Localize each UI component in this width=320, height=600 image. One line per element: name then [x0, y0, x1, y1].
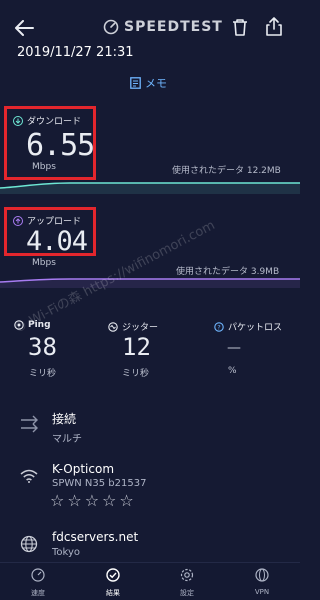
connection-subtitle: マルチ — [52, 434, 82, 445]
nav-vpn-label: VPN — [254, 588, 270, 596]
svg-text:?: ? — [217, 323, 220, 331]
download-graph — [0, 182, 300, 194]
jitter-icon — [108, 321, 118, 332]
packet-loss-label: ? パケットロス — [214, 320, 282, 333]
packet-loss-unit: % — [228, 366, 237, 376]
connection-icon — [21, 415, 38, 433]
packet-loss-label-text: パケットロス — [228, 323, 283, 333]
jitter-value: 12 — [122, 333, 151, 361]
download-arrow-icon — [13, 115, 23, 126]
server-subtitle: Tokyo — [52, 547, 80, 558]
share-button[interactable] — [266, 17, 282, 40]
packet-loss-value: — — [227, 340, 241, 356]
nav-speed-label: 速度 — [31, 589, 45, 597]
download-speed-value: 6.55 — [26, 128, 95, 163]
jitter-unit: ミリ秒 — [122, 369, 150, 379]
globe-icon — [20, 535, 38, 553]
gear-icon — [180, 568, 194, 582]
server-title: fdcservers.net — [52, 530, 139, 544]
download-unit: Mbps — [32, 162, 56, 172]
upload-speed-value: 4.04 — [26, 226, 88, 257]
test-timestamp: 2019/11/27 21:31 — [17, 45, 134, 60]
provider-title: K-Opticom — [52, 462, 115, 476]
upload-arrow-icon — [13, 215, 23, 226]
download-label: ダウンロード — [13, 114, 81, 127]
vpn-globe-icon — [255, 568, 269, 582]
speedtest-logo: SPEEDTEST — [103, 16, 227, 38]
ping-value: 38 — [28, 333, 57, 361]
nav-vpn[interactable]: VPN — [242, 567, 282, 596]
nav-results-label: 結果 — [106, 589, 120, 597]
jitter-label: ジッター — [108, 320, 158, 333]
upload-unit: Mbps — [32, 258, 56, 268]
provider-subtitle: SPWN N35 b21537 — [52, 478, 147, 489]
check-circle-icon — [106, 568, 120, 582]
delete-button[interactable] — [232, 18, 248, 40]
trash-icon — [233, 19, 247, 36]
memo-label: メモ — [145, 77, 167, 90]
question-icon: ? — [214, 321, 224, 332]
back-arrow-icon — [15, 20, 34, 36]
nav-settings-label: 設定 — [180, 589, 194, 597]
download-label-text: ダウンロード — [27, 117, 82, 127]
speedometer-icon — [31, 568, 45, 582]
bottom-navigation: 速度 結果 設定 VPN — [0, 562, 300, 600]
nav-results[interactable]: 結果 — [93, 567, 133, 598]
provider-rating-stars[interactable]: ☆☆☆☆☆ — [50, 491, 137, 510]
share-icon — [266, 17, 282, 36]
nav-speed[interactable]: 速度 — [18, 567, 58, 598]
speedtest-logo-text: SPEEDTEST — [124, 19, 223, 35]
upload-graph — [0, 278, 300, 288]
memo-icon — [130, 77, 141, 89]
speedtest-gauge-icon — [103, 19, 119, 35]
memo-button[interactable]: メモ — [130, 75, 167, 91]
nav-settings[interactable]: 設定 — [167, 567, 207, 598]
back-button[interactable] — [14, 20, 34, 40]
ping-unit: ミリ秒 — [29, 369, 57, 379]
jitter-label-text: ジッター — [122, 323, 159, 333]
wifi-icon — [20, 469, 38, 483]
connection-title: 接続 — [52, 412, 77, 426]
